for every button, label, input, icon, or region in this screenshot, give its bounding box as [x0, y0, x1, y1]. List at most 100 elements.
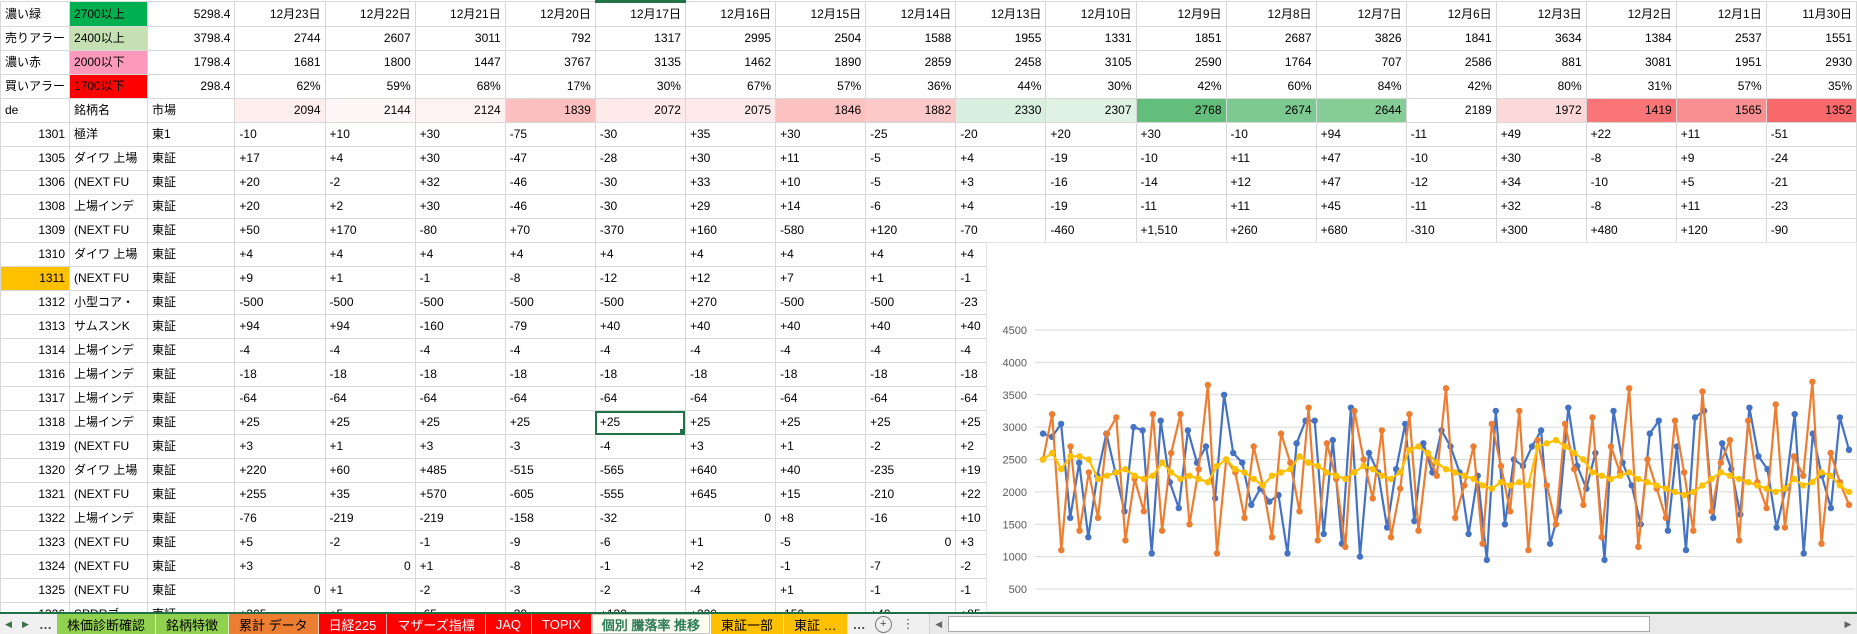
deep-red-value[interactable]: 1447 [415, 51, 505, 75]
percent-value[interactable]: 42% [1136, 75, 1226, 99]
stock-code[interactable]: 1317 [1, 387, 70, 411]
stock-name[interactable]: 上場インデ [70, 387, 148, 411]
stock-code[interactable]: 1326 [1, 603, 70, 613]
stock-market[interactable]: 東証 [147, 267, 234, 291]
data-cell[interactable]: +25 [595, 411, 685, 435]
data-cell[interactable]: +5 [1676, 171, 1766, 195]
stock-market[interactable]: 東証 [147, 243, 234, 267]
data-cell[interactable]: 0 [685, 507, 775, 531]
data-cell[interactable]: -18 [325, 363, 415, 387]
data-cell[interactable]: +4 [505, 243, 595, 267]
stock-code[interactable]: 1319 [1, 435, 70, 459]
stock-market[interactable]: 東証 [147, 483, 234, 507]
legend-label[interactable]: 売りアラー [1, 27, 70, 51]
data-cell[interactable]: +30 [1496, 147, 1586, 171]
data-cell[interactable]: -8 [1586, 195, 1676, 219]
data-cell[interactable]: +3 [235, 435, 325, 459]
data-cell[interactable]: +20 [235, 195, 325, 219]
date-header[interactable]: 12月15日 [776, 2, 866, 27]
sell-alert-value[interactable]: 3826 [1316, 27, 1406, 51]
data-cell[interactable]: -10 [1406, 147, 1496, 171]
sell-alert-value[interactable]: 1317 [595, 27, 685, 51]
data-cell[interactable]: -10 [1226, 123, 1316, 147]
stock-code[interactable]: 1308 [1, 195, 70, 219]
sheet-tab[interactable]: JAQ [486, 614, 532, 634]
deep-red-value[interactable]: 1462 [685, 51, 775, 75]
data-cell[interactable]: +5 [325, 603, 415, 613]
data-cell[interactable]: +130 [595, 603, 685, 613]
data-cell[interactable]: +40 [776, 459, 866, 483]
stock-code[interactable]: 1323 [1, 531, 70, 555]
data-cell[interactable]: +12 [685, 267, 775, 291]
data-cell[interactable]: +680 [1316, 219, 1406, 243]
percent-value[interactable]: 17% [505, 75, 595, 99]
stock-name[interactable]: (NEXT FU [70, 171, 148, 195]
data-cell[interactable]: -1 [595, 555, 685, 579]
sell-alert-value[interactable]: 1384 [1586, 27, 1676, 51]
scale-value[interactable]: 2674 [1226, 99, 1316, 123]
deep-red-value[interactable]: 1764 [1226, 51, 1316, 75]
deep-red-value[interactable]: 3105 [1046, 51, 1136, 75]
data-cell[interactable]: -219 [415, 507, 505, 531]
data-cell[interactable]: -500 [776, 291, 866, 315]
data-cell[interactable]: -1 [776, 555, 866, 579]
sell-alert-value[interactable]: 792 [505, 27, 595, 51]
data-cell[interactable]: -64 [415, 387, 505, 411]
data-cell[interactable]: -4 [235, 339, 325, 363]
data-cell[interactable]: +30 [415, 147, 505, 171]
data-cell[interactable]: -70 [956, 219, 1046, 243]
scale-value[interactable]: 1846 [776, 99, 866, 123]
legend-label[interactable]: 濃い赤 [1, 51, 70, 75]
data-cell[interactable]: -30 [595, 171, 685, 195]
date-header[interactable]: 12月9日 [1136, 2, 1226, 27]
data-cell[interactable]: -4 [685, 339, 775, 363]
data-cell[interactable]: -18 [685, 363, 775, 387]
data-cell[interactable]: +17 [235, 147, 325, 171]
data-cell[interactable]: +94 [325, 315, 415, 339]
data-cell[interactable]: -5 [866, 171, 956, 195]
legend-threshold[interactable]: 2400以上 [70, 27, 148, 51]
data-cell[interactable]: +1 [325, 579, 415, 603]
sell-alert-value[interactable]: 2995 [685, 27, 775, 51]
data-cell[interactable]: -46 [505, 171, 595, 195]
deep-red-value[interactable]: 881 [1496, 51, 1586, 75]
data-cell[interactable]: -11 [1406, 195, 1496, 219]
data-cell[interactable]: +4 [866, 243, 956, 267]
data-cell[interactable]: +1 [776, 435, 866, 459]
data-cell[interactable]: +14 [776, 195, 866, 219]
data-cell[interactable]: -18 [866, 363, 956, 387]
data-cell[interactable]: +1 [325, 435, 415, 459]
data-cell[interactable]: -90 [1766, 219, 1856, 243]
stock-name[interactable]: (NEXT FU [70, 435, 148, 459]
data-cell[interactable]: +3 [685, 435, 775, 459]
sheet-tab[interactable]: 東証一部 [711, 614, 784, 634]
stock-name[interactable]: サムスンK [70, 315, 148, 339]
data-cell[interactable]: +35 [325, 483, 415, 507]
stock-code[interactable]: 1318 [1, 411, 70, 435]
data-cell[interactable]: +35 [685, 123, 775, 147]
stock-market[interactable]: 東証 [147, 555, 234, 579]
stock-name[interactable]: 上場インデ [70, 507, 148, 531]
sell-alert-value[interactable]: 2687 [1226, 27, 1316, 51]
scroll-right-icon[interactable]: ▶ [1839, 614, 1857, 634]
scrollbar-thumb[interactable] [948, 616, 1650, 632]
data-cell[interactable]: +255 [235, 483, 325, 507]
data-cell[interactable]: -2 [595, 579, 685, 603]
scale-value[interactable]: 1839 [505, 99, 595, 123]
stock-name[interactable]: 極洋 [70, 123, 148, 147]
data-cell[interactable]: +49 [1496, 123, 1586, 147]
scale-value[interactable]: 1565 [1676, 99, 1766, 123]
stock-name[interactable]: 上場インデ [70, 339, 148, 363]
sheet-overflow-right[interactable]: … [848, 614, 871, 634]
data-cell[interactable]: -2 [866, 435, 956, 459]
data-cell[interactable]: +29 [685, 195, 775, 219]
data-cell[interactable]: -80 [415, 219, 505, 243]
data-cell[interactable]: -18 [505, 363, 595, 387]
data-cell[interactable]: -64 [866, 387, 956, 411]
data-cell[interactable]: +40 [595, 315, 685, 339]
data-cell[interactable]: -18 [235, 363, 325, 387]
sell-alert-value[interactable]: 2504 [776, 27, 866, 51]
data-cell[interactable]: +570 [415, 483, 505, 507]
percent-value[interactable]: 57% [1676, 75, 1766, 99]
data-cell[interactable]: -1 [866, 579, 956, 603]
